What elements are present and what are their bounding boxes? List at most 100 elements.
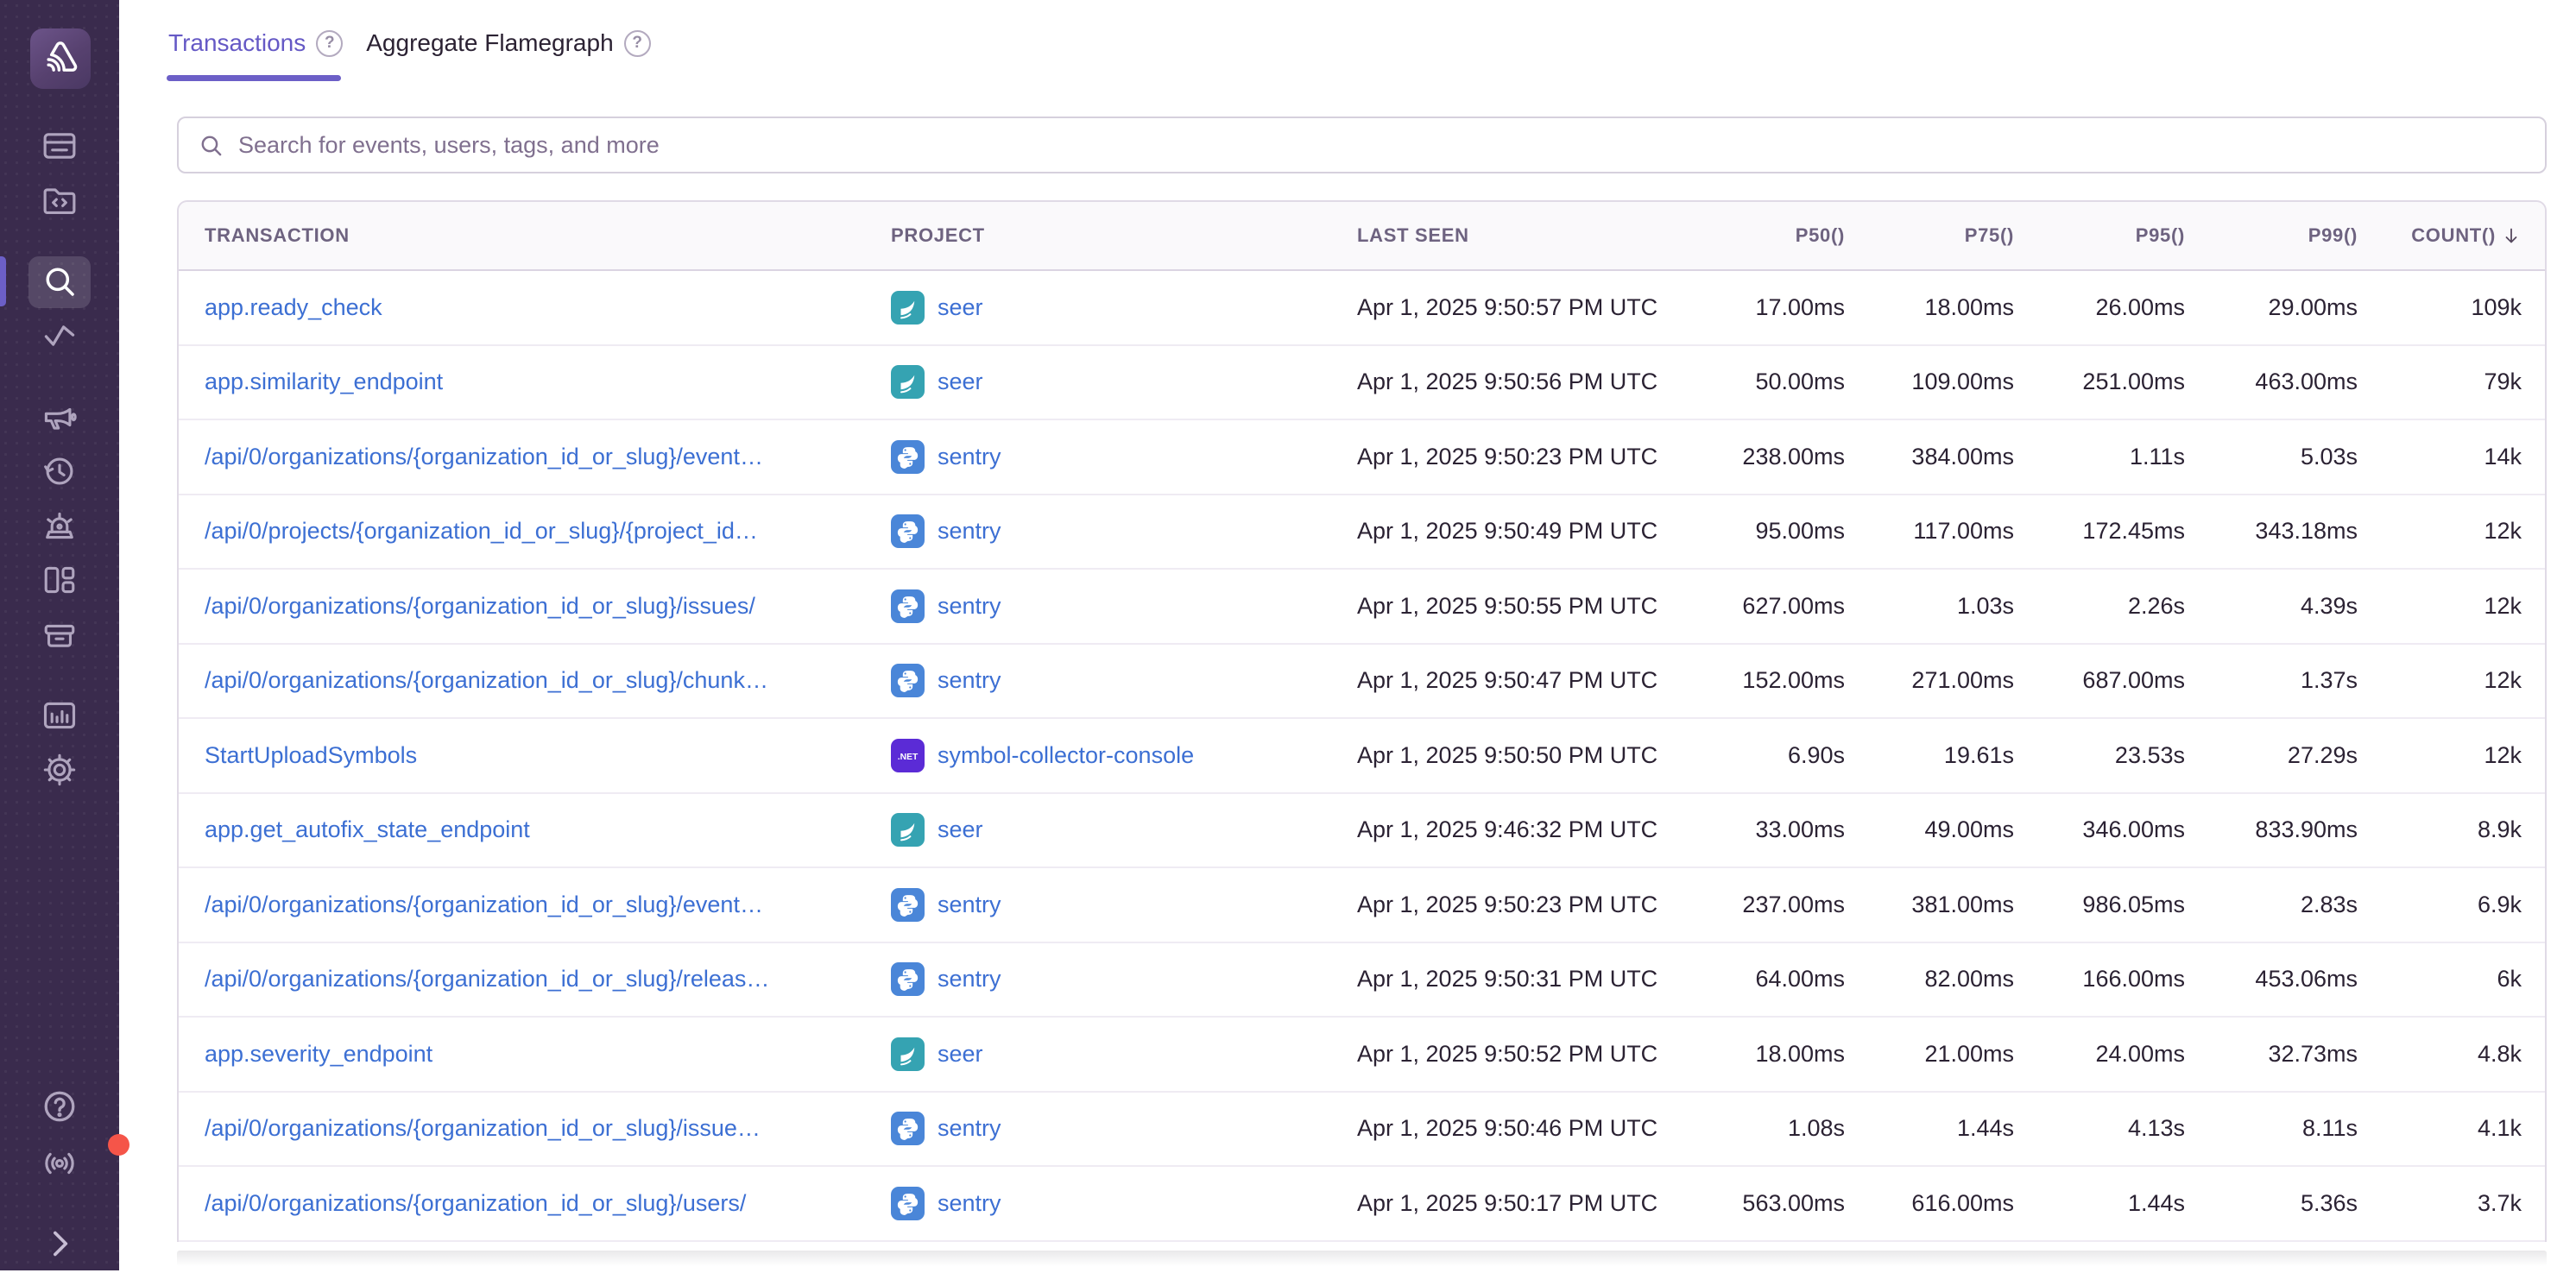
transaction-link[interactable]: app.severity_endpoint — [205, 1041, 432, 1067]
project-link[interactable]: seer — [938, 294, 983, 321]
transaction-link[interactable]: app.ready_check — [205, 294, 382, 320]
p50-cell: 95.00ms — [1676, 518, 1845, 545]
table-row: /api/0/projects/{organization_id_or_slug… — [179, 495, 2545, 570]
sidebar-nav-group — [0, 688, 119, 797]
seer-project-icon — [891, 1037, 925, 1071]
sidebar-item-replays[interactable] — [0, 444, 119, 498]
project-link[interactable]: sentry — [938, 593, 1001, 620]
transaction-link[interactable]: /api/0/organizations/{organization_id_or… — [205, 667, 768, 693]
traces-zigzag-icon — [41, 317, 79, 355]
transaction-link[interactable]: /api/0/projects/{organization_id_or_slug… — [205, 518, 758, 544]
p99-cell: 343.18ms — [2185, 518, 2358, 545]
table-row: /api/0/organizations/{organization_id_or… — [179, 868, 2545, 943]
sidebar-item-releases[interactable] — [0, 607, 119, 661]
p75-cell: 109.00ms — [1845, 369, 2014, 395]
project-link[interactable]: sentry — [938, 1190, 1001, 1217]
python-project-icon — [891, 589, 925, 623]
search-input[interactable] — [238, 132, 2526, 159]
dotnet-project-icon: .NET — [891, 739, 925, 772]
project-link[interactable]: seer — [938, 1041, 983, 1068]
project-link[interactable]: seer — [938, 369, 983, 395]
column-header-p75[interactable]: P75() — [1845, 224, 2014, 247]
p75-cell: 117.00ms — [1845, 518, 2014, 545]
table-row: app.get_autofix_state_endpoint seer Apr … — [179, 794, 2545, 869]
notification-dot — [108, 1134, 129, 1156]
column-header-count[interactable]: COUNT() — [2358, 224, 2522, 247]
transaction-link[interactable]: app.get_autofix_state_endpoint — [205, 816, 530, 842]
project-link[interactable]: sentry — [938, 892, 1001, 918]
p99-cell: 1.37s — [2185, 667, 2358, 694]
p75-cell: 21.00ms — [1845, 1041, 2014, 1068]
sidebar-item-whats-new[interactable] — [0, 1136, 119, 1190]
column-header-last-seen[interactable]: LAST SEEN — [1357, 224, 1676, 247]
project-link[interactable]: sentry — [938, 667, 1001, 694]
count-cell: 12k — [2358, 593, 2522, 620]
project-link[interactable]: symbol-collector-console — [938, 742, 1194, 769]
p95-cell: 23.53s — [2014, 742, 2185, 769]
table-row: app.ready_check seer Apr 1, 2025 9:50:57… — [179, 271, 2545, 346]
sidebar-item-feedback[interactable] — [0, 389, 119, 444]
sentry-logo[interactable] — [30, 28, 91, 89]
help-question-icon[interactable]: ? — [624, 30, 651, 57]
sidebar-expand-button[interactable] — [0, 1219, 119, 1273]
tab-transactions[interactable]: Transactions ? — [168, 26, 343, 81]
project-link[interactable]: sentry — [938, 444, 1001, 470]
p95-cell: 687.00ms — [2014, 667, 2185, 694]
sidebar-item-search[interactable] — [0, 254, 119, 308]
tab-aggregate-flamegraph[interactable]: Aggregate Flamegraph ? — [366, 26, 650, 81]
alerts-siren-icon — [41, 507, 79, 545]
project-link[interactable]: sentry — [938, 966, 1001, 993]
sidebar-item-dashboards[interactable] — [0, 552, 119, 607]
transaction-link[interactable]: /api/0/organizations/{organization_id_or… — [205, 1190, 746, 1216]
transaction-link[interactable]: /api/0/organizations/{organization_id_or… — [205, 892, 763, 917]
count-cell: 12k — [2358, 742, 2522, 769]
column-header-p95[interactable]: P95() — [2014, 224, 2185, 247]
main-content: Transactions ? Aggregate Flamegraph ? TR… — [119, 0, 2576, 1270]
help-icon — [41, 1087, 79, 1130]
project-link[interactable]: sentry — [938, 518, 1001, 545]
p50-cell: 50.00ms — [1676, 369, 1845, 395]
column-header-transaction[interactable]: TRANSACTION — [205, 224, 891, 247]
p99-cell: 2.83s — [2185, 892, 2358, 918]
seer-project-icon — [891, 365, 925, 399]
p75-cell: 381.00ms — [1845, 892, 2014, 918]
p75-cell: 19.61s — [1845, 742, 2014, 769]
p50-cell: 64.00ms — [1676, 966, 1845, 993]
p99-cell: 29.00ms — [2185, 294, 2358, 321]
sidebar-item-alerts[interactable] — [0, 498, 119, 552]
p75-cell: 616.00ms — [1845, 1190, 2014, 1217]
project-link[interactable]: seer — [938, 816, 983, 843]
p95-cell: 24.00ms — [2014, 1041, 2185, 1068]
column-header-p50[interactable]: P50() — [1676, 224, 1845, 247]
table-row: StartUploadSymbols .NET symbol-collector… — [179, 719, 2545, 794]
sidebar-item-explore-code[interactable] — [0, 173, 119, 227]
column-header-p99[interactable]: P99() — [2185, 224, 2358, 247]
issues-stack-icon — [41, 127, 79, 165]
transaction-link[interactable]: app.similarity_endpoint — [205, 369, 443, 394]
p99-cell: 833.90ms — [2185, 816, 2358, 843]
p95-cell: 986.05ms — [2014, 892, 2185, 918]
transaction-link[interactable]: /api/0/organizations/{organization_id_or… — [205, 444, 763, 469]
tab-bar: Transactions ? Aggregate Flamegraph ? — [168, 26, 651, 81]
last-seen-cell: Apr 1, 2025 9:50:31 PM UTC — [1357, 966, 1676, 993]
column-header-project[interactable]: PROJECT — [891, 224, 1357, 247]
transaction-link[interactable]: /api/0/organizations/{organization_id_or… — [205, 1115, 761, 1141]
python-project-icon — [891, 888, 925, 922]
sidebar-item-traces[interactable] — [0, 308, 119, 362]
count-cell: 4.1k — [2358, 1115, 2522, 1142]
p50-cell: 627.00ms — [1676, 593, 1845, 620]
sidebar-item-stats[interactable] — [0, 688, 119, 742]
sidebar-item-settings[interactable] — [0, 742, 119, 797]
transaction-link[interactable]: StartUploadSymbols — [205, 742, 417, 768]
sidebar-item-issues[interactable] — [0, 118, 119, 173]
table-row: /api/0/organizations/{organization_id_or… — [179, 1093, 2545, 1168]
python-project-icon — [891, 664, 925, 697]
transaction-link[interactable]: /api/0/organizations/{organization_id_or… — [205, 593, 755, 619]
help-question-icon[interactable]: ? — [316, 30, 343, 57]
seer-project-icon — [891, 291, 925, 325]
p50-cell: 238.00ms — [1676, 444, 1845, 470]
last-seen-cell: Apr 1, 2025 9:46:32 PM UTC — [1357, 816, 1676, 843]
project-link[interactable]: sentry — [938, 1115, 1001, 1142]
transaction-link[interactable]: /api/0/organizations/{organization_id_or… — [205, 966, 769, 992]
sidebar-item-help[interactable] — [0, 1081, 119, 1136]
